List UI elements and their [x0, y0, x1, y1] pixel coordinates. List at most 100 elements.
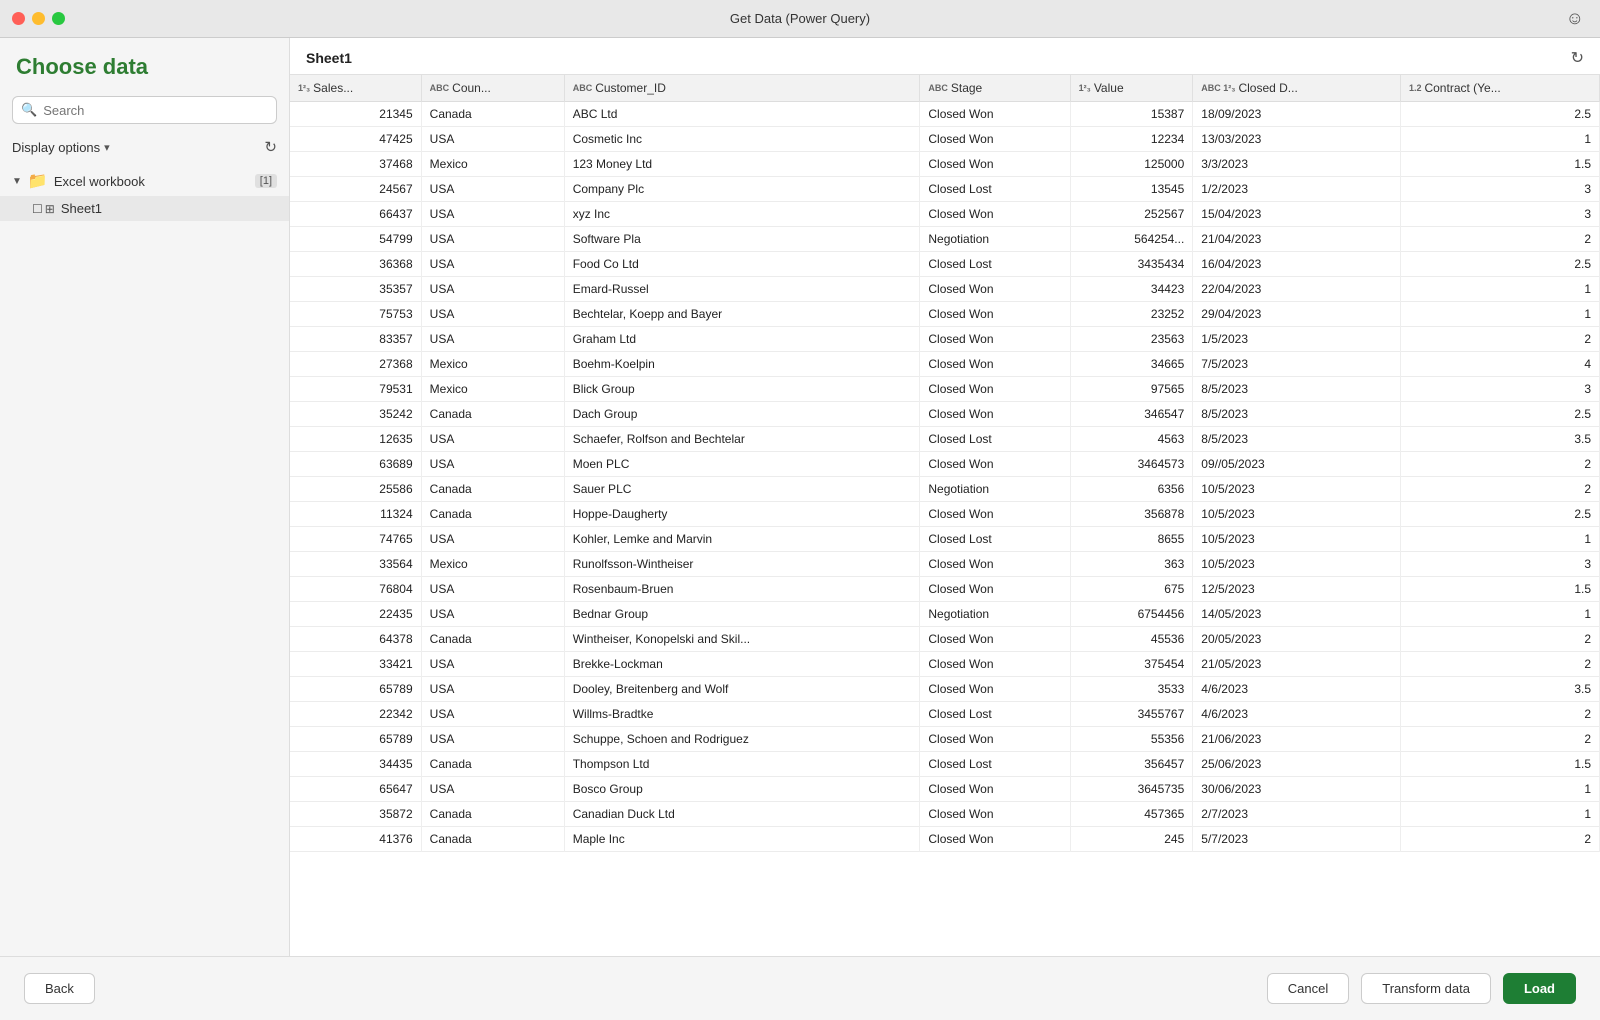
table-cell: 83357 [290, 327, 421, 352]
table-cell: 34423 [1070, 277, 1193, 302]
table-cell: 8/5/2023 [1193, 377, 1401, 402]
table-cell: 2.5 [1400, 252, 1599, 277]
table-cell: 2.5 [1400, 502, 1599, 527]
table-cell: 5/7/2023 [1193, 827, 1401, 852]
table-row: 25586CanadaSauer PLCNegotiation635610/5/… [290, 477, 1600, 502]
cancel-button[interactable]: Cancel [1267, 973, 1349, 1004]
table-cell: ABC Ltd [564, 102, 920, 127]
table-container[interactable]: 1²₃ Sales... ABC Coun... [290, 75, 1600, 956]
load-button[interactable]: Load [1503, 973, 1576, 1004]
table-cell: 2/7/2023 [1193, 802, 1401, 827]
table-cell: 23563 [1070, 327, 1193, 352]
table-row: 65647USABosco GroupClosed Won364573530/0… [290, 777, 1600, 802]
table-cell: 10/5/2023 [1193, 502, 1401, 527]
table-cell: 3.5 [1400, 677, 1599, 702]
table-cell: Closed Won [920, 577, 1070, 602]
table-cell: 2 [1400, 227, 1599, 252]
table-cell: 1 [1400, 277, 1599, 302]
table-row: 22435USABednar GroupNegotiation675445614… [290, 602, 1600, 627]
table-cell: 1/5/2023 [1193, 327, 1401, 352]
back-button[interactable]: Back [24, 973, 95, 1004]
table-row: 12635USASchaefer, Rolfson and BechtelarC… [290, 427, 1600, 452]
table-cell: 65647 [290, 777, 421, 802]
table-cell: 21/06/2023 [1193, 727, 1401, 752]
table-cell: Negotiation [920, 477, 1070, 502]
search-box[interactable]: 🔍 [12, 96, 277, 124]
table-cell: 22342 [290, 702, 421, 727]
table-row: 37468Mexico123 Money LtdClosed Won125000… [290, 152, 1600, 177]
table-cell: 3 [1400, 377, 1599, 402]
table-row: 76804USARosenbaum-BruenClosed Won67512/5… [290, 577, 1600, 602]
table-cell: 2.5 [1400, 102, 1599, 127]
minimize-button[interactable] [32, 12, 45, 25]
table-cell: 2 [1400, 702, 1599, 727]
close-button[interactable] [12, 12, 25, 25]
table-cell: Closed Won [920, 377, 1070, 402]
table-cell: Canadian Duck Ltd [564, 802, 920, 827]
table-cell: Runolfsson-Wintheiser [564, 552, 920, 577]
table-cell: 3455767 [1070, 702, 1193, 727]
table-cell: Closed Won [920, 302, 1070, 327]
table-cell: 16/04/2023 [1193, 252, 1401, 277]
col-header-value: 1²₃ Value [1070, 75, 1193, 102]
table-cell: USA [421, 327, 564, 352]
table-row: 79531MexicoBlick GroupClosed Won975658/5… [290, 377, 1600, 402]
table-cell: Closed Won [920, 202, 1070, 227]
table-cell: Maple Inc [564, 827, 920, 852]
table-cell: 3.5 [1400, 427, 1599, 452]
table-cell: USA [421, 527, 564, 552]
table-row: 83357USAGraham LtdClosed Won235631/5/202… [290, 327, 1600, 352]
table-cell: USA [421, 727, 564, 752]
table-row: 24567USACompany PlcClosed Lost135451/2/2… [290, 177, 1600, 202]
table-cell: Thompson Ltd [564, 752, 920, 777]
table-row: 74765USAKohler, Lemke and MarvinClosed L… [290, 527, 1600, 552]
table-cell: 33564 [290, 552, 421, 577]
table-cell: USA [421, 252, 564, 277]
table-cell: 10/5/2023 [1193, 552, 1401, 577]
table-cell: USA [421, 777, 564, 802]
table-cell: Mexico [421, 377, 564, 402]
table-cell: 1 [1400, 802, 1599, 827]
table-cell: Emard-Russel [564, 277, 920, 302]
sidebar-refresh-icon[interactable]: ↻ [264, 138, 277, 156]
table-cell: 25586 [290, 477, 421, 502]
transform-data-button[interactable]: Transform data [1361, 973, 1491, 1004]
table-cell: 54799 [290, 227, 421, 252]
display-options-row[interactable]: Display options ▾ ↻ [0, 132, 289, 162]
table-row: 34435CanadaThompson LtdClosed Lost356457… [290, 752, 1600, 777]
maximize-button[interactable] [52, 12, 65, 25]
table-cell: Schaefer, Rolfson and Bechtelar [564, 427, 920, 452]
table-cell: 4 [1400, 352, 1599, 377]
table-cell: 4/6/2023 [1193, 702, 1401, 727]
table-cell: Closed Lost [920, 427, 1070, 452]
table-cell: 457365 [1070, 802, 1193, 827]
col-header-customer-id: ABC Customer_ID [564, 75, 920, 102]
table-cell: USA [421, 277, 564, 302]
table-cell: 97565 [1070, 377, 1193, 402]
table-cell: Canada [421, 502, 564, 527]
table-cell: 30/06/2023 [1193, 777, 1401, 802]
search-input[interactable] [43, 103, 268, 118]
table-cell: USA [421, 427, 564, 452]
table-row: 21345CanadaABC LtdClosed Won1538718/09/2… [290, 102, 1600, 127]
table-cell: 356878 [1070, 502, 1193, 527]
table-cell: Blick Group [564, 377, 920, 402]
table-cell: Closed Won [920, 102, 1070, 127]
table-cell: 79531 [290, 377, 421, 402]
table-cell: Company Plc [564, 177, 920, 202]
table-cell: 8655 [1070, 527, 1193, 552]
table-cell: Kohler, Lemke and Marvin [564, 527, 920, 552]
footer-left: Back [24, 973, 95, 1004]
table-cell: 75753 [290, 302, 421, 327]
table-cell: Canada [421, 802, 564, 827]
content-refresh-button[interactable]: ↻ [1571, 48, 1584, 68]
table-cell: Closed Won [920, 327, 1070, 352]
table-cell: Dach Group [564, 402, 920, 427]
table-cell: Closed Won [920, 127, 1070, 152]
table-header: 1²₃ Sales... ABC Coun... [290, 75, 1600, 102]
sheet-tree-item[interactable]: ☐ ⊞ Sheet1 [0, 196, 289, 221]
table-cell: 1 [1400, 127, 1599, 152]
workbook-tree-item[interactable]: ▼ 📁 Excel workbook [1] [0, 166, 289, 196]
table-cell: Mexico [421, 352, 564, 377]
table-cell: Closed Won [920, 777, 1070, 802]
